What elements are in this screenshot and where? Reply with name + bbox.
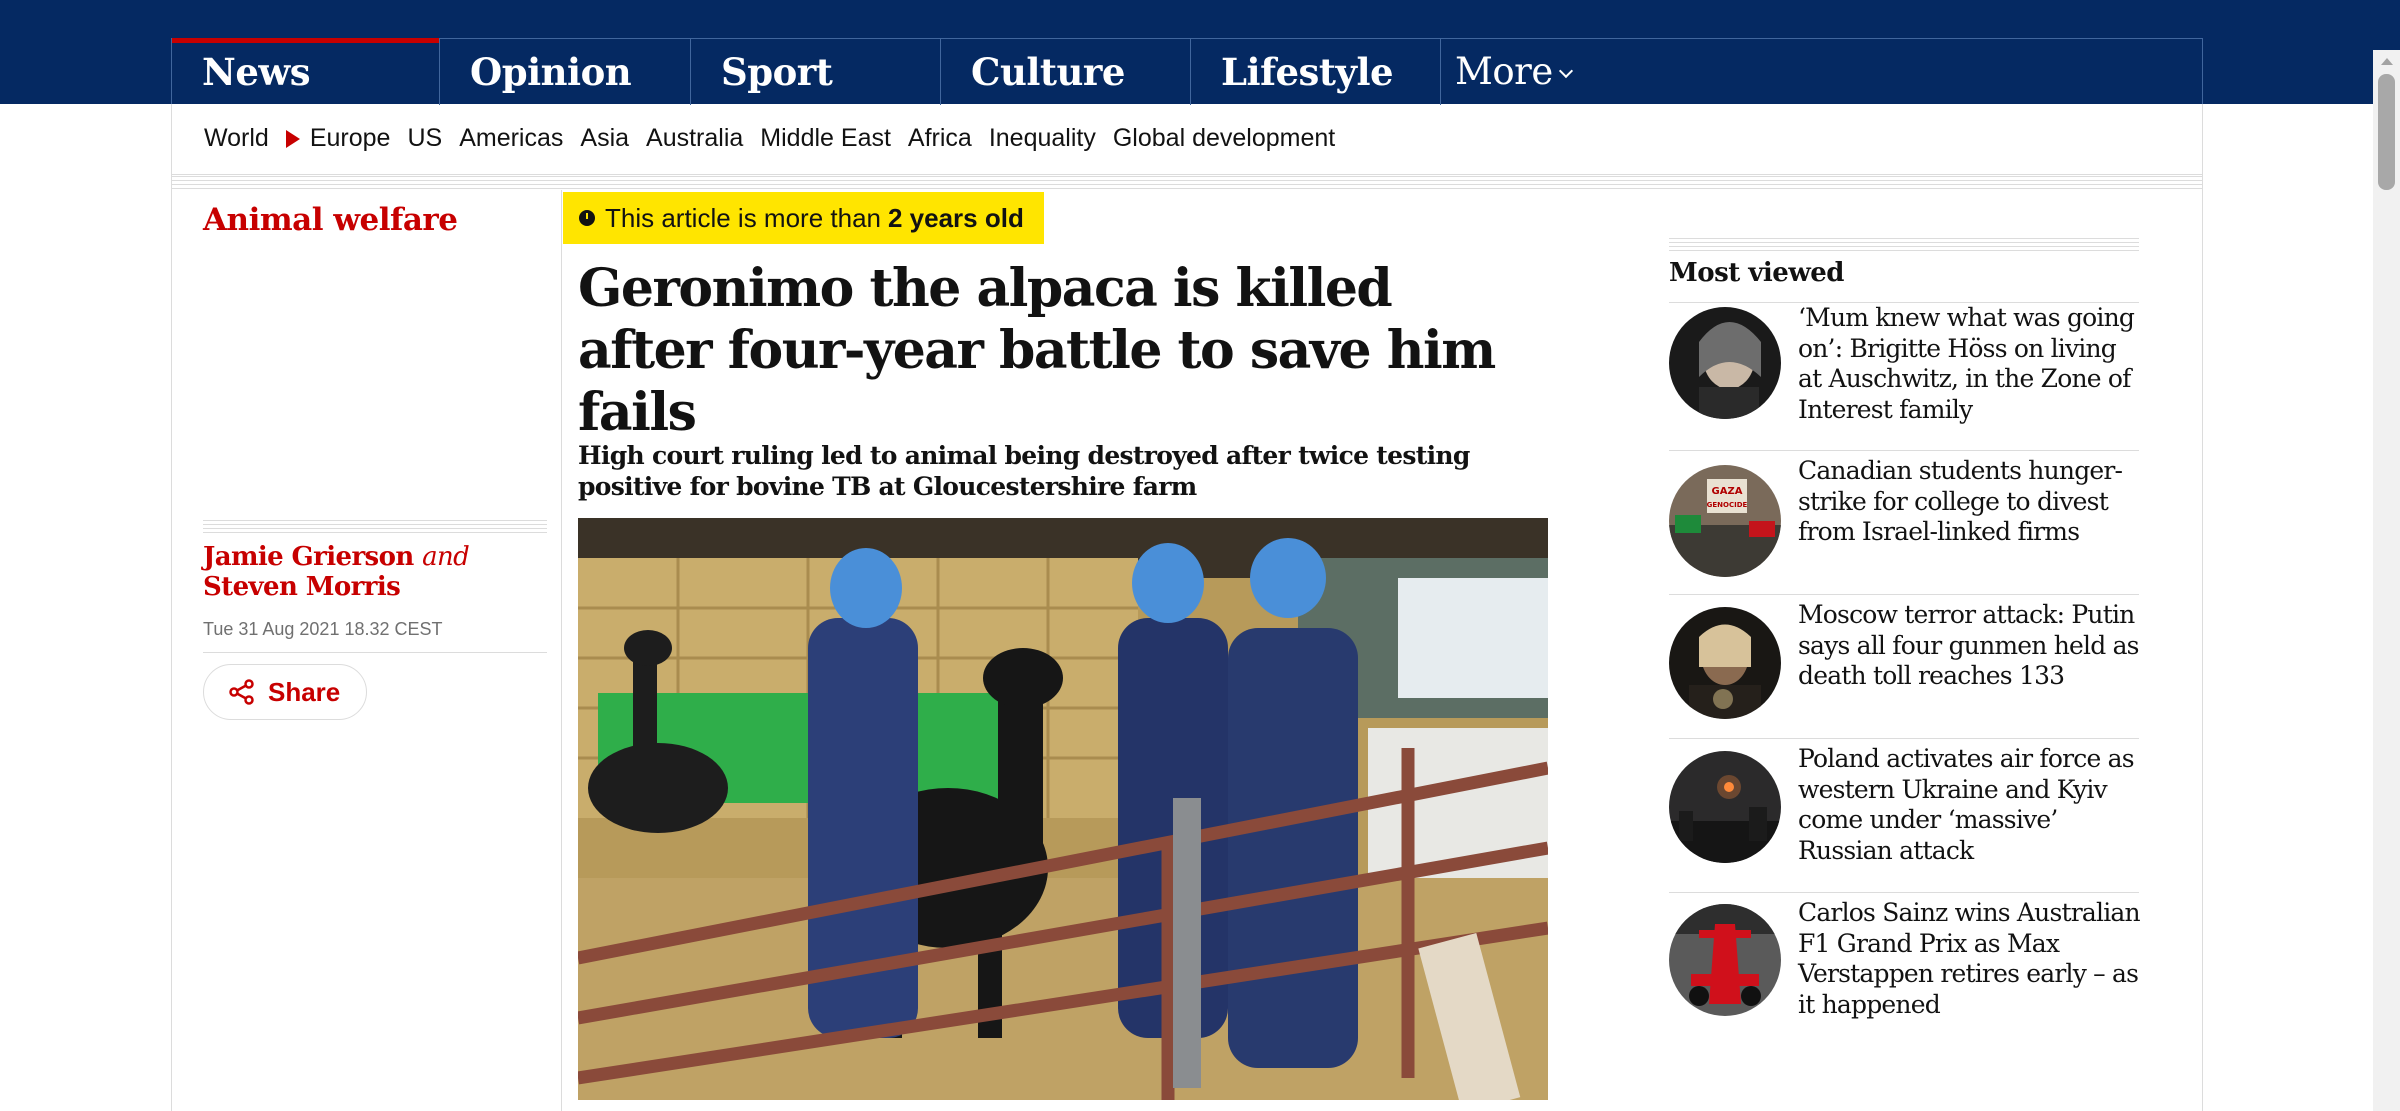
byline-conjunction: and [422, 542, 470, 572]
thumbnail-image [1669, 607, 1781, 719]
most-viewed-item[interactable]: Moscow terror attack: Putin says all fou… [1669, 594, 2140, 738]
thumb-sign-genocide: GENOCIDE [1707, 501, 1748, 509]
subnav-item-inequality[interactable]: Inequality [989, 124, 1096, 153]
most-viewed-headline: Canadian students hunger-strike for coll… [1798, 456, 2123, 546]
most-viewed-headline: ‘Mum knew what was going on’: Brigitte H… [1798, 303, 2135, 424]
most-viewed-item[interactable]: GAZA GENOCIDE Canadian students hunger-st… [1669, 450, 2139, 594]
column-divider [561, 190, 562, 1111]
publish-date: Tue 31 Aug 2021 18.32 CEST [203, 619, 443, 639]
clock-icon [579, 210, 595, 226]
top-navigation-bar: News Opinion Sport Culture Lifestyle Mor… [0, 0, 2400, 105]
subnav-divider [172, 174, 2202, 175]
subnav-item-africa[interactable]: Africa [908, 124, 972, 153]
subnav-item-us[interactable]: US [407, 124, 442, 153]
thumbnail-image [1669, 307, 1781, 419]
share-label: Share [268, 676, 341, 707]
most-viewed-heading: Most viewed [1669, 258, 1844, 288]
nav-more-menu[interactable]: More [1441, 39, 1641, 105]
thumb-sign-gaza: GAZA [1712, 486, 1743, 497]
byline-rules [203, 520, 547, 536]
subnav-rules [172, 176, 2202, 190]
scrollbar-thumb[interactable] [2378, 74, 2395, 190]
most-viewed-item[interactable]: Poland activates air force as western Uk… [1669, 738, 2139, 892]
thumbnail-image: GAZA GENOCIDE [1669, 465, 1781, 577]
pillar-nav: News Opinion Sport Culture Lifestyle Mor… [171, 38, 2203, 105]
current-section-arrow-icon [285, 129, 300, 148]
most-viewed-item[interactable]: ‘Mum knew what was going on’: Brigitte H… [1669, 302, 2139, 450]
subnav-item-global-development[interactable]: Global development [1113, 124, 1335, 153]
nav-pillar-culture[interactable]: Culture [941, 39, 1191, 105]
subnav-item-australia[interactable]: Australia [646, 124, 743, 153]
thumbnail-image [1669, 904, 1781, 1016]
most-viewed-headline: Moscow terror attack: Putin says all fou… [1798, 600, 2140, 690]
subnav-item-world[interactable]: World [204, 124, 269, 153]
subnav-item-middle-east[interactable]: Middle East [760, 124, 891, 153]
thumbnail-image [1669, 751, 1781, 863]
age-warning-text: This article is more than [605, 202, 881, 233]
nav-pillar-news[interactable]: News [172, 38, 440, 105]
article-main-image[interactable] [578, 518, 1548, 1100]
subnav-item-europe[interactable]: Europe [310, 124, 391, 153]
subnav-item-asia[interactable]: Asia [580, 124, 629, 153]
most-viewed-headline: Poland activates air force as western Uk… [1798, 744, 2135, 865]
nav-more-label: More [1455, 50, 1553, 93]
most-viewed-rules [1669, 238, 2139, 254]
article-standfirst: High court ruling led to animal being de… [578, 441, 1470, 501]
sub-navigation: World Europe US Americas Asia Australia … [204, 124, 1352, 153]
section-label[interactable]: Animal welfare [203, 202, 458, 238]
author-link[interactable]: Steven Morris [203, 572, 401, 602]
share-icon [229, 679, 254, 705]
author-link[interactable]: Jamie Grierson [203, 542, 414, 572]
scroll-up-arrow-icon[interactable] [2373, 50, 2400, 72]
byline: Jamie Grierson and Steven Morris [203, 542, 548, 602]
subnav-item-americas[interactable]: Americas [459, 124, 563, 153]
page-scrollbar[interactable] [2373, 50, 2400, 1111]
article-age-warning: This article is more than 2 years old [563, 192, 1044, 244]
nav-pillar-opinion[interactable]: Opinion [440, 39, 691, 105]
nav-pillar-lifestyle[interactable]: Lifestyle [1191, 39, 1441, 105]
most-viewed-item[interactable]: Carlos Sainz wins Australian F1 Grand Pr… [1669, 892, 2141, 1052]
share-button[interactable]: Share [203, 664, 367, 720]
most-viewed-headline: Carlos Sainz wins Australian F1 Grand Pr… [1798, 898, 2141, 1019]
alpaca-testing-photo [578, 518, 1548, 1100]
meta-divider [203, 652, 547, 653]
nav-pillar-sport[interactable]: Sport [691, 39, 941, 105]
chevron-down-icon [1558, 63, 1573, 79]
age-warning-value: 2 years old [887, 202, 1024, 233]
article-headline: Geronimo the alpaca is killed after four… [578, 258, 1496, 443]
